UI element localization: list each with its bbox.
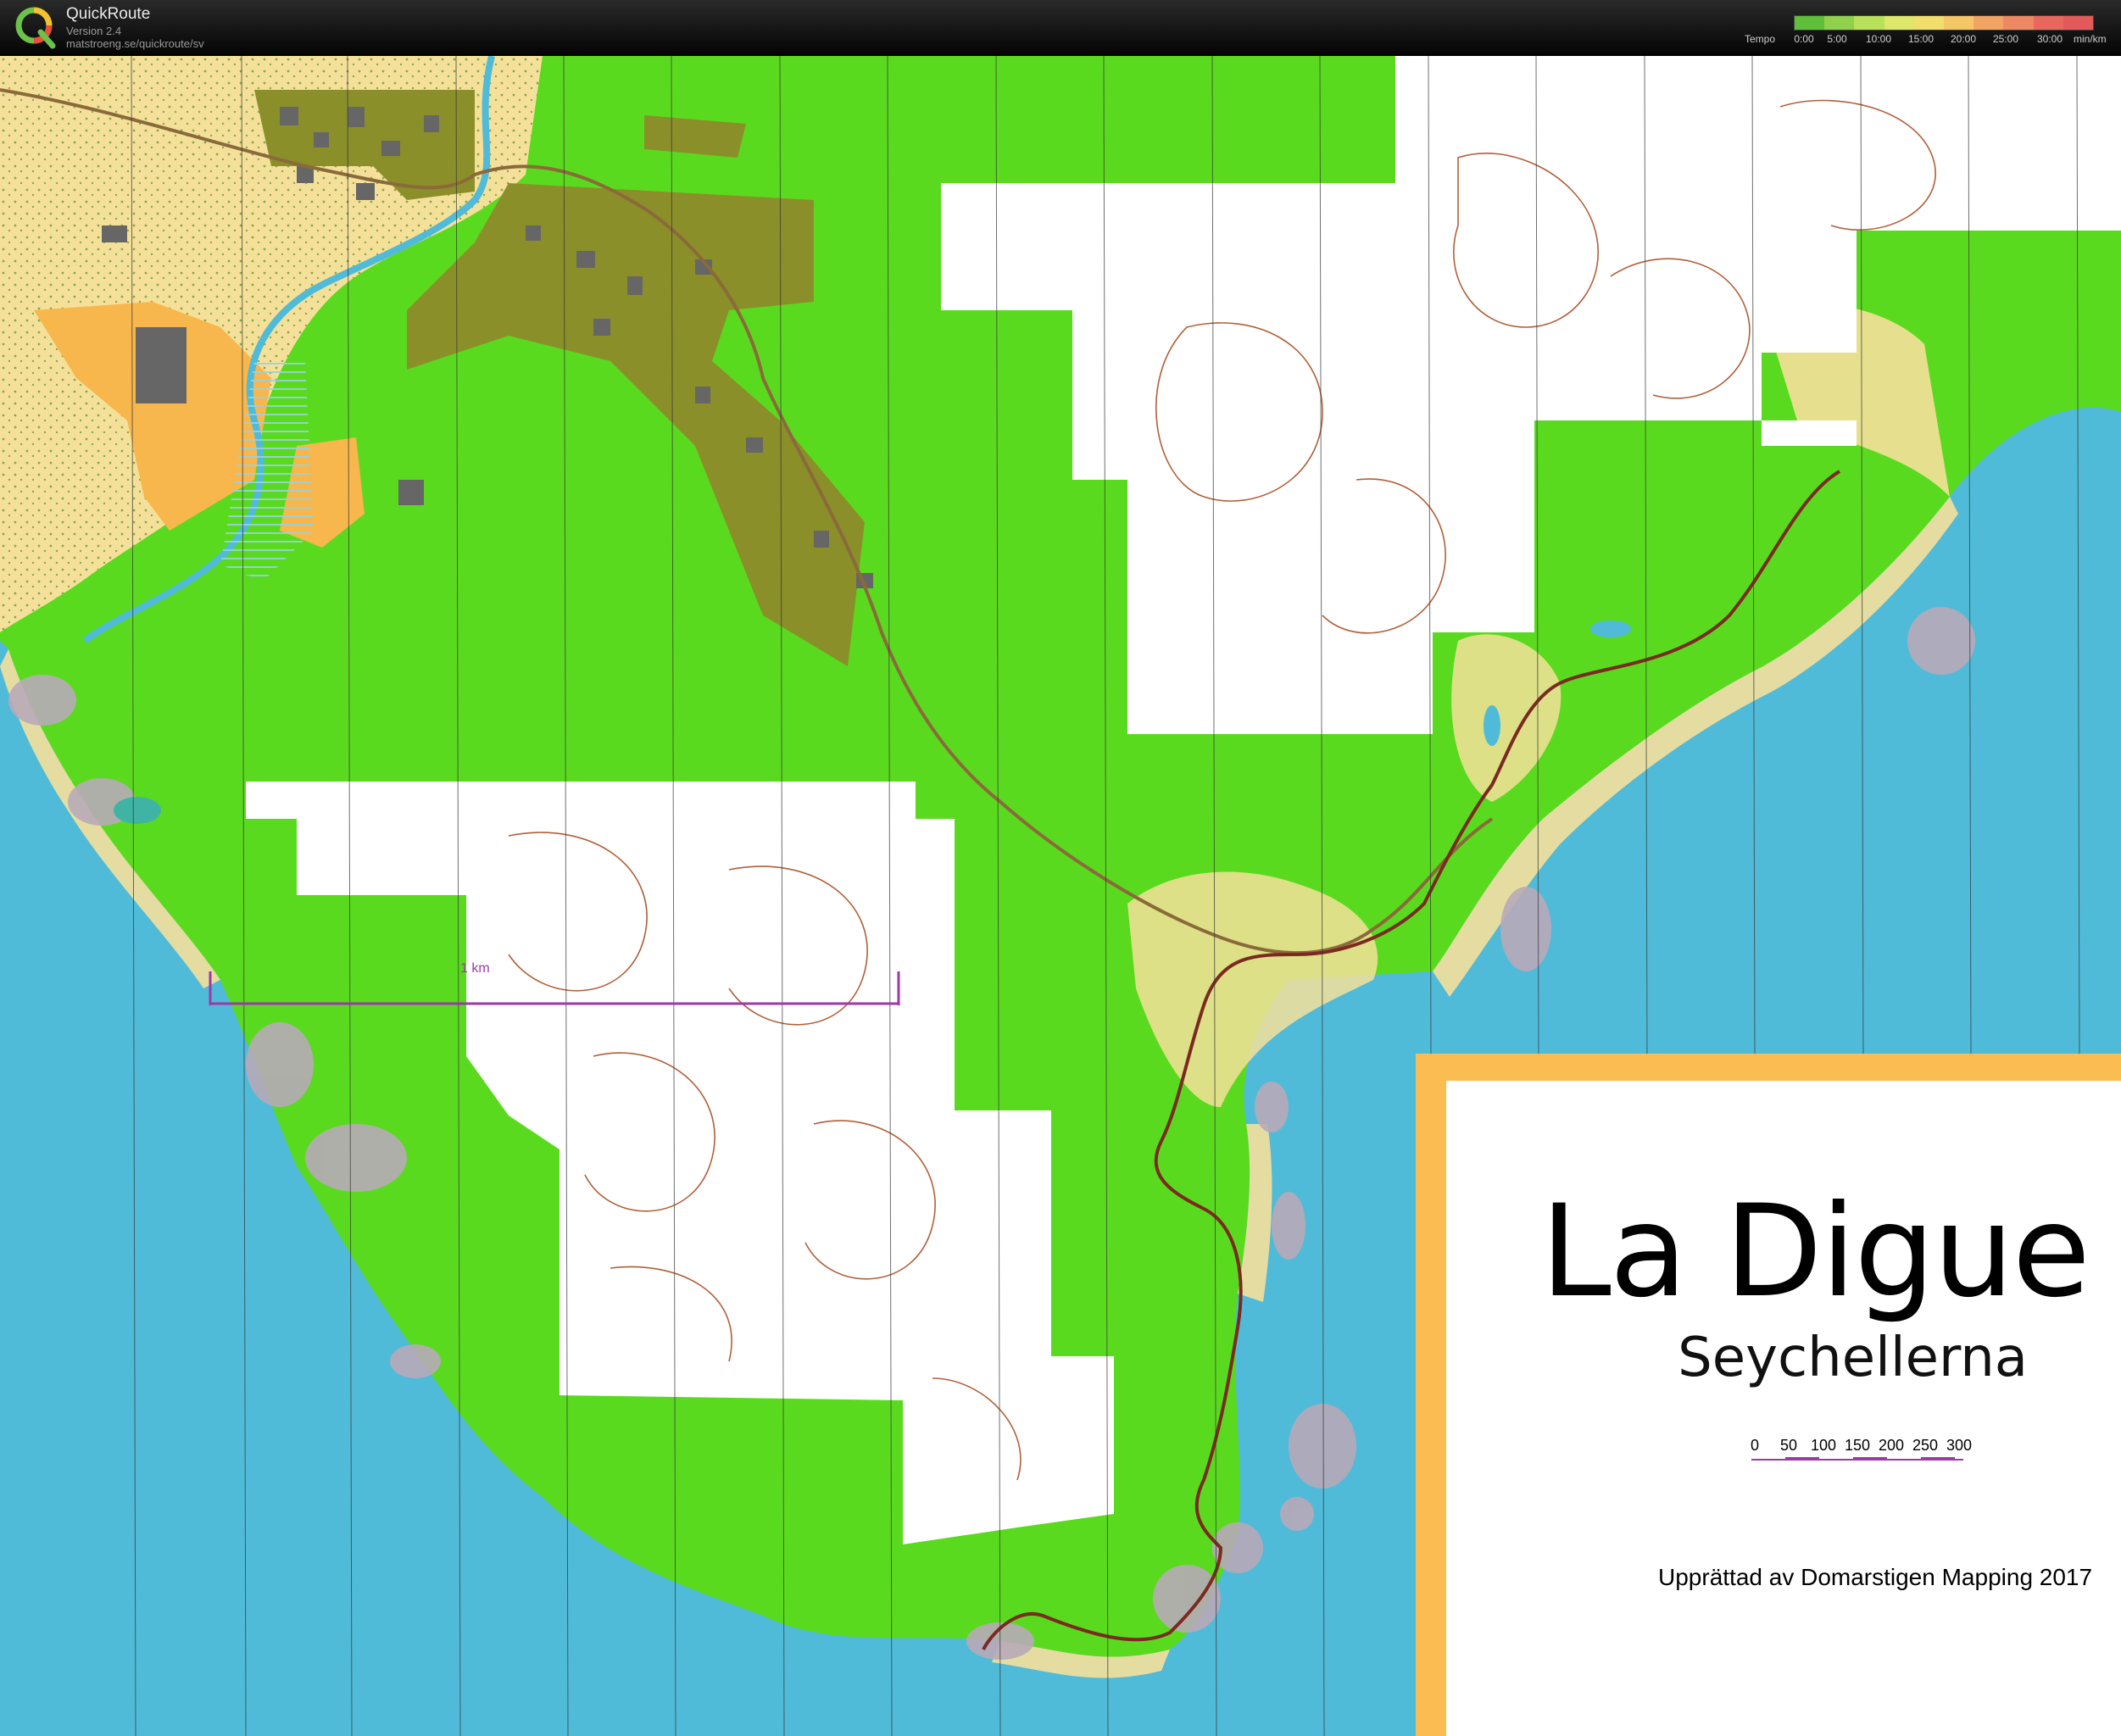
quickroute-header: QuickRoute Version 2.4 matstroeng.se/qui…: [0, 0, 2121, 56]
legend-scale-tick: 250: [1912, 1437, 1939, 1454]
tempo-tick: 30:00: [2036, 33, 2063, 45]
app-name: QuickRoute: [66, 5, 151, 23]
tempo-tick: 5:00: [1827, 33, 1847, 45]
legend-scale-tick: 150: [1844, 1437, 1871, 1454]
building: [102, 225, 127, 242]
map-legend: La Digue Seychellerna 0 50 100 150 200 2…: [1446, 1081, 2121, 1736]
tempo-color-bar: [1794, 15, 2094, 31]
tempo-tick: 20:00: [1950, 33, 1977, 45]
tempo-color-segment: [1944, 16, 1974, 30]
app-version: Version 2.4: [66, 25, 122, 37]
tempo-label: Tempo: [1745, 33, 1776, 45]
tempo-color-scale: Tempo 0:00 5:00 10:00 15:00 20:00 25:00 …: [1738, 14, 2119, 47]
legend-scale-tick: 300: [1946, 1437, 1973, 1454]
tempo-tick: 0:00: [1794, 33, 1814, 45]
map-subtitle: Seychellerna: [1678, 1327, 2028, 1389]
legend-scale-bar: 0 50 100 150 200 250 300: [1751, 1437, 1989, 1479]
legend-scale-segment: [1785, 1457, 1819, 1461]
pond: [114, 797, 161, 824]
tempo-color-segment: [2033, 16, 2063, 30]
tempo-tick: 25:00: [1992, 33, 2019, 45]
tempo-unit: min/km: [2074, 33, 2107, 45]
tempo-color-segment: [1795, 16, 1825, 30]
tempo-tick: 15:00: [1907, 33, 1935, 45]
tempo-color-segment: [2003, 16, 2034, 30]
tempo-color-segment: [2063, 16, 2094, 30]
quickroute-q-logo-icon: [15, 7, 56, 49]
legend-scale-segment: [1853, 1457, 1887, 1461]
legend-scale-segment: [1921, 1457, 1955, 1461]
km-scale-label: 1 km: [460, 961, 490, 976]
tempo-color-segment: [1854, 16, 1884, 30]
map-legend-frame: La Digue Seychellerna 0 50 100 150 200 2…: [1416, 1054, 2121, 1736]
tempo-color-segment: [1913, 16, 1945, 30]
legend-scale-tick: 50: [1779, 1437, 1798, 1454]
legend-scale-tick: 100: [1810, 1437, 1837, 1454]
tempo-color-segment: [1973, 16, 2004, 30]
legend-scale-tick: 200: [1878, 1437, 1905, 1454]
pond: [1484, 705, 1500, 746]
tempo-color-segment: [1824, 16, 1855, 30]
tempo-tick: 10:00: [1865, 33, 1892, 45]
app-url[interactable]: matstroeng.se/quickroute/sv: [66, 37, 204, 50]
tempo-color-segment: [1884, 16, 1914, 30]
pond: [1590, 620, 1631, 637]
map-title: La Digue: [1540, 1178, 2090, 1326]
legend-scale-tick: 0: [1750, 1437, 1760, 1454]
building: [136, 327, 186, 403]
map-credit: Upprättad av Domarstigen Mapping 2017: [1658, 1564, 2093, 1590]
